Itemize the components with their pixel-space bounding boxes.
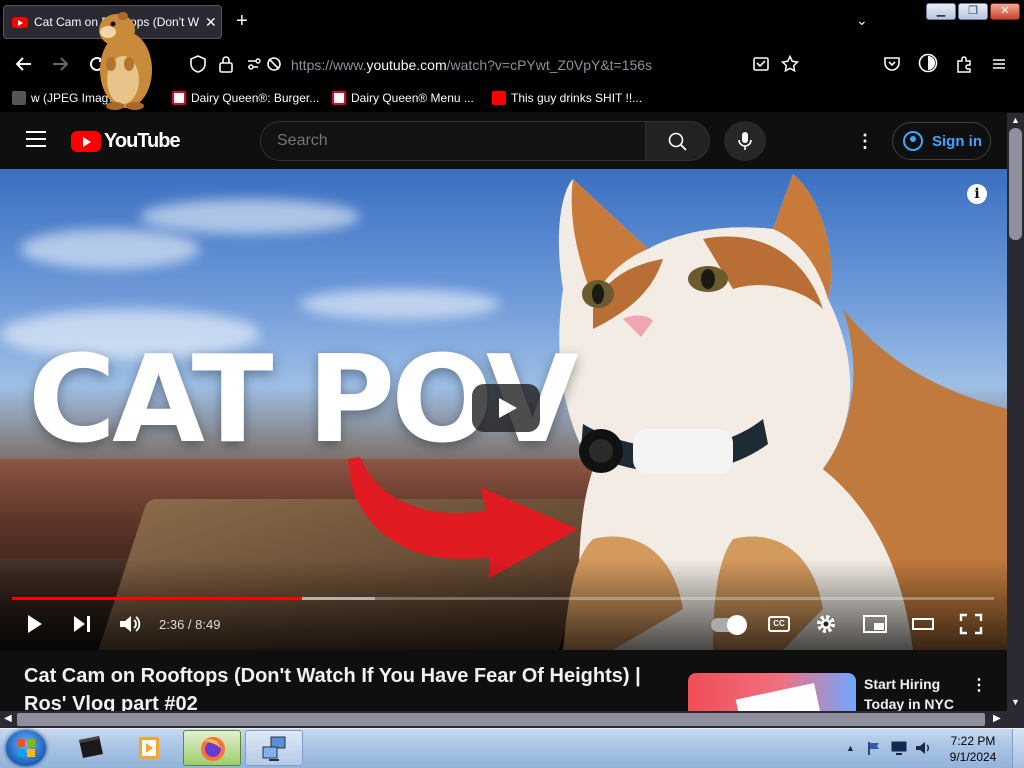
youtube-logo-text: YouTube <box>104 129 181 152</box>
bookmark-item[interactable]: Dairy Queen® Menu ... <box>332 91 474 105</box>
search-input[interactable] <box>260 121 646 161</box>
hamster-sticker-image <box>99 12 152 110</box>
bookmark-item[interactable]: Dairy Queen®: Burger... <box>172 91 319 105</box>
pocket-icon[interactable] <box>883 55 901 73</box>
scroll-down-arrow-icon[interactable]: ▼ <box>1011 697 1020 707</box>
taskbar-app-network[interactable] <box>245 730 303 766</box>
url-bar[interactable]: https://www.youtube.com/watch?v=cPYwt_Z0… <box>291 57 652 73</box>
ad-menu-kebab-icon[interactable]: ⋮ <box>971 675 987 695</box>
video-title: Cat Cam on Rooftops (Don't Watch If You … <box>24 665 641 715</box>
bookmark-label: Dairy Queen® Menu ... <box>351 91 474 105</box>
bookmark-label: Dairy Queen®: Burger... <box>191 91 320 105</box>
clock-date: 9/1/2024 <box>949 750 997 764</box>
black-box-app-icon <box>79 736 103 758</box>
info-icon[interactable]: i <box>967 184 987 204</box>
miniplayer-icon[interactable] <box>862 613 888 635</box>
fullscreen-icon[interactable] <box>959 613 983 635</box>
dairy-queen-icon <box>332 91 346 105</box>
search-icon <box>668 132 687 151</box>
volume-speaker-icon[interactable] <box>914 740 932 756</box>
account-icon[interactable] <box>918 53 938 73</box>
clock-time: 7:22 PM <box>950 734 996 748</box>
image-icon <box>12 91 26 105</box>
ad-title[interactable]: Start Hiring Today in NYC <box>864 674 974 714</box>
scroll-left-arrow-icon[interactable]: ◀ <box>4 713 12 724</box>
url-host: youtube.com <box>366 57 447 73</box>
settings-kebab-icon[interactable]: ⋮ <box>856 131 874 152</box>
large-play-button[interactable] <box>472 384 540 432</box>
taskbar-app-terminal[interactable] <box>62 730 120 766</box>
shield-icon[interactable] <box>189 55 207 73</box>
url-prefix: https://www. <box>291 57 367 73</box>
bookmark-label: This guy drinks SHIT !!... <box>511 91 643 105</box>
search-button[interactable] <box>646 121 710 161</box>
taskbar-app-media-player[interactable] <box>122 730 180 766</box>
taskbar-app-firefox[interactable] <box>183 730 241 766</box>
media-player-icon <box>139 737 159 759</box>
time-display: 2:36 / 8:49 <box>159 617 221 632</box>
video-player[interactable]: CAT POV i 2:36 / 8:49 CC <box>0 169 1007 650</box>
window-close-button[interactable]: ✕ <box>990 3 1020 20</box>
sign-in-label: Sign in <box>932 132 982 150</box>
page-scroll-thumb[interactable] <box>1009 128 1022 240</box>
theater-mode-icon[interactable] <box>910 613 936 635</box>
sign-in-button[interactable]: Sign in <box>892 122 991 160</box>
scroll-right-arrow-icon[interactable]: ▶ <box>993 713 1001 724</box>
window-restore-button[interactable]: ❐ <box>958 3 988 20</box>
list-all-tabs-button[interactable]: ⌄ <box>856 12 868 29</box>
firefox-icon <box>201 737 225 761</box>
taskbar-clock[interactable]: 7:22 PM 9/1/2024 <box>938 733 1008 765</box>
show-hidden-icons-icon[interactable]: ▲ <box>846 743 855 753</box>
youtube-icon <box>492 91 506 105</box>
network-monitor-icon[interactable] <box>891 741 907 755</box>
back-icon[interactable] <box>15 55 33 73</box>
bookmark-star-icon[interactable] <box>781 55 799 73</box>
new-tab-button[interactable]: + <box>236 10 248 33</box>
voice-search-button[interactable] <box>724 121 766 161</box>
settings-gear-icon[interactable] <box>815 613 837 635</box>
user-avatar-icon <box>903 131 923 151</box>
url-path: /watch?v=cPYwt_Z0VpY&t=156s <box>446 57 653 73</box>
controls-gradient <box>0 559 1007 650</box>
ad-thumbnail-image[interactable] <box>688 673 856 713</box>
autoplay-toggle[interactable] <box>711 615 747 635</box>
extensions-icon[interactable] <box>955 55 973 73</box>
permissions-icon[interactable] <box>246 56 284 72</box>
guide-menu-icon[interactable] <box>26 131 46 147</box>
youtube-favicon-icon <box>12 16 28 28</box>
bookmark-item[interactable]: This guy drinks SHIT !!... <box>492 91 642 105</box>
horizontal-scroll-thumb[interactable] <box>17 713 985 726</box>
forward-icon[interactable] <box>51 55 69 73</box>
lock-icon[interactable] <box>218 55 234 73</box>
scroll-up-arrow-icon[interactable]: ▲ <box>1011 115 1020 125</box>
action-center-flag-icon[interactable] <box>866 740 882 756</box>
app-menu-icon[interactable] <box>991 56 1007 72</box>
play-icon[interactable] <box>26 613 44 635</box>
start-button[interactable] <box>6 730 46 766</box>
microphone-icon <box>738 132 752 150</box>
youtube-play-logo-icon <box>71 130 101 152</box>
next-video-icon[interactable] <box>72 613 92 635</box>
show-desktop-button[interactable] <box>1012 729 1024 768</box>
youtube-logo[interactable]: YouTube <box>71 129 181 152</box>
progress-played <box>12 597 302 600</box>
subtitles-cc-icon[interactable]: CC <box>768 616 790 632</box>
dairy-queen-icon <box>172 91 186 105</box>
volume-icon[interactable] <box>118 613 142 635</box>
windows-logo-icon <box>17 739 35 757</box>
tab-close-icon[interactable]: ✕ <box>205 14 217 31</box>
window-minimize-button[interactable]: ▁ <box>926 3 956 20</box>
video-progress-bar[interactable] <box>12 597 994 600</box>
network-computer-icon <box>262 736 286 761</box>
reader-view-icon[interactable] <box>752 55 770 73</box>
